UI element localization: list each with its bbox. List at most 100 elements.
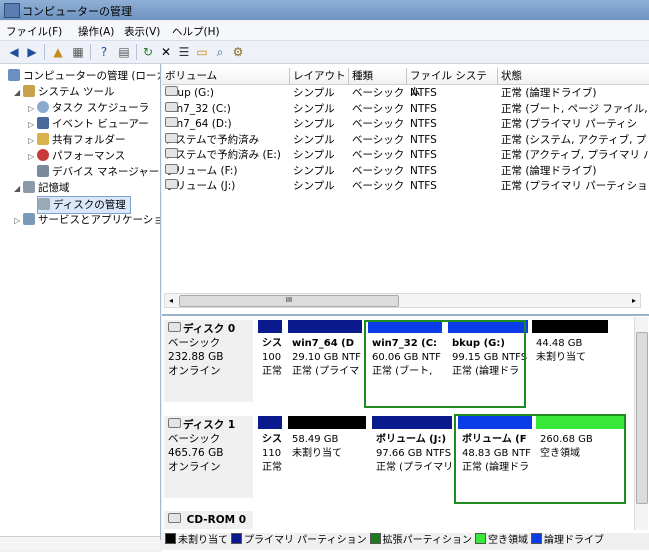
volume-layout: シンプル xyxy=(293,180,335,192)
volume-type: ベーシック xyxy=(352,133,405,146)
delete-icon[interactable]: ✕ xyxy=(158,44,174,60)
collapse-icon[interactable]: ◢ xyxy=(14,85,23,101)
partition-block[interactable]: 58.49 GB 未割り当て xyxy=(288,416,366,500)
expand-icon[interactable]: ▷ xyxy=(28,117,37,133)
settings-icon[interactable]: ⚙ xyxy=(230,44,246,60)
tree-horizontal-scrollbar[interactable] xyxy=(0,536,160,550)
partition-block[interactable]: ボリューム (J:) 97.66 GB NTFS 正常 (プライマリ xyxy=(372,416,452,500)
partition-status: 未割り当て xyxy=(536,352,586,363)
up-folder-icon[interactable]: ▲ xyxy=(50,44,66,60)
volume-row[interactable]: システムで予約済み (E:) シンプル ベーシック NTFS 正常 (アクティブ, プラ… xyxy=(162,148,649,163)
search-icon[interactable]: ⌕ xyxy=(212,44,228,60)
disk-label[interactable]: ディスク 0 ベーシック 232.88 GB オンライン xyxy=(164,320,253,402)
volume-filesystem: NTFS xyxy=(410,133,437,146)
volume-icon xyxy=(165,117,178,127)
volume-icon xyxy=(165,179,178,189)
forward-icon[interactable]: ▶ xyxy=(24,44,40,60)
volume-type: ベーシック xyxy=(352,102,405,115)
volume-filesystem: NTFS xyxy=(410,180,437,192)
volume-row[interactable]: ボリューム (F:) シンプル ベーシック NTFS 正常 (論理ドライブ) xyxy=(162,163,649,179)
volume-list-horizontal-scrollbar[interactable]: ◂ III ▸ xyxy=(164,293,641,308)
volume-filesystem: NTFS xyxy=(410,164,437,177)
volume-layout: シンプル xyxy=(293,87,335,99)
computer-management-icon xyxy=(4,3,20,18)
partition-color-bar xyxy=(258,416,282,429)
volume-row[interactable]: ボリューム (J:) シンプル ベーシック NTFS 正常 (プライマリ パーティショ xyxy=(162,179,649,194)
help-icon[interactable]: ? xyxy=(96,44,112,60)
volume-layout: シンプル xyxy=(293,133,335,146)
disk-label[interactable]: ディスク 1 ベーシック 465.76 GB オンライン xyxy=(164,416,253,498)
volume-name: システムで予約済み xyxy=(165,132,260,146)
disk-type: ベーシック xyxy=(168,337,221,349)
expand-icon[interactable]: ▷ xyxy=(14,213,23,229)
expand-icon[interactable]: ▷ xyxy=(28,101,37,117)
menu-view[interactable]: 表示(V) xyxy=(124,24,160,39)
back-icon[interactable]: ◀ xyxy=(6,44,22,60)
tree-item-device-manager[interactable]: デバイス マネージャー xyxy=(28,164,159,180)
partition-block[interactable]: win7_64 (D 29.10 GB NTF 正常 (プライマ xyxy=(288,320,362,404)
volume-filesystem: NTFS xyxy=(410,149,437,161)
properties-pane-icon[interactable]: ▤ xyxy=(116,44,132,60)
scrollbar-thumb[interactable]: III xyxy=(179,295,399,307)
column-header-layout[interactable]: レイアウト xyxy=(290,68,349,85)
tree-item-task-scheduler[interactable]: ▷ タスク スケジューラ xyxy=(28,100,149,116)
legend: 未割り当て プライマリ パーティション 拡張パーティション 空き領域 論理ドライブ xyxy=(162,533,649,550)
volume-filesystem: NTFS xyxy=(410,118,437,130)
column-header-status[interactable]: 状態 xyxy=(498,68,649,85)
disk-size: 232.88 GB xyxy=(168,351,224,363)
disk-management-icon xyxy=(38,198,50,210)
partition-block[interactable]: シス 100 正常 xyxy=(258,320,282,404)
show-hide-tree-icon[interactable]: ▦ xyxy=(70,44,86,60)
window-title: コンピューターの管理 xyxy=(22,5,132,18)
device-manager-icon xyxy=(37,165,49,177)
menu-file[interactable]: ファイル(F) xyxy=(6,24,62,39)
collapse-icon[interactable]: ◢ xyxy=(14,181,23,197)
computer-icon xyxy=(8,69,20,81)
open-folder-icon[interactable]: ▭ xyxy=(194,44,210,60)
refresh-icon[interactable]: ↻ xyxy=(140,44,156,60)
tree-item-shared-folders[interactable]: ▷ 共有フォルダー xyxy=(28,132,126,148)
disk-icon xyxy=(168,418,181,428)
partition-size: 29.10 GB NTF xyxy=(292,352,361,363)
disk-management-pane: ボリューム レイアウト 種類 ファイル システム 状態 bkup (G:) シンプ… xyxy=(162,64,649,552)
scrollbar-thumb[interactable] xyxy=(636,332,648,504)
disk-view-vertical-scrollbar[interactable] xyxy=(634,317,648,530)
column-header-type[interactable]: 種類 xyxy=(349,68,407,85)
volume-name: ボリューム (F:) xyxy=(165,163,238,177)
volume-row[interactable]: システムで予約済み シンプル ベーシック NTFS 正常 (システム, アクティブ, プ xyxy=(162,132,649,148)
partition-block[interactable]: シス 110 正常 xyxy=(258,416,282,500)
scroll-right-icon[interactable]: ▸ xyxy=(628,294,640,307)
expand-icon[interactable]: ▷ xyxy=(28,133,37,149)
volume-row[interactable]: bkup (G:) シンプル ベーシック NTFS 正常 (論理ドライブ) xyxy=(162,86,649,101)
clock-icon xyxy=(37,101,49,113)
tree-item-services-applications[interactable]: ▷ サービスとアプリケーション xyxy=(14,212,160,229)
partition-color-bar xyxy=(288,320,362,333)
partition-name: シス xyxy=(262,434,282,445)
legend-swatch xyxy=(231,533,242,544)
tree-item-system-tools[interactable]: ◢ システム ツール xyxy=(14,84,115,100)
menu-action[interactable]: 操作(A) xyxy=(78,24,114,39)
partition-size: 110 xyxy=(262,448,282,459)
partition-block[interactable]: 44.48 GB 未割り当て xyxy=(532,320,608,404)
partition-status: 正常 xyxy=(262,366,282,377)
expand-icon[interactable]: ▷ xyxy=(28,149,37,165)
volume-filesystem: NTFS xyxy=(410,87,437,99)
menu-help[interactable]: ヘルプ(H) xyxy=(172,24,220,39)
disk-icon xyxy=(168,322,181,332)
column-header-volume[interactable]: ボリューム xyxy=(162,68,290,85)
tree-item-storage[interactable]: ◢ 記憶域 xyxy=(14,180,70,196)
tree-item-computer-management[interactable]: コンピューターの管理 (ローカ xyxy=(8,68,160,84)
legend-swatch xyxy=(531,533,542,544)
volume-layout: シンプル xyxy=(293,102,335,115)
volume-status: 正常 (ブート, ページ ファイル, xyxy=(501,102,648,115)
volume-row[interactable]: win7_32 (C:) シンプル ベーシック NTFS 正常 (ブート, ページ ファ… xyxy=(162,101,649,117)
tree-item-performance[interactable]: ▷ パフォーマンス xyxy=(28,148,125,164)
scroll-left-icon[interactable]: ◂ xyxy=(165,294,177,307)
properties-icon[interactable]: ☰ xyxy=(176,44,192,60)
volume-row[interactable]: win7_64 (D:) シンプル ベーシック NTFS 正常 (プライマリ パーティシ xyxy=(162,117,649,132)
cdrom-label[interactable]: CD-ROM 0 xyxy=(164,511,253,529)
tree-item-event-viewer[interactable]: ▷ イベント ビューアー xyxy=(28,116,149,132)
menu-bar: ファイル(F) 操作(A) 表示(V) ヘルプ(H) xyxy=(0,21,649,41)
tools-icon xyxy=(23,85,35,97)
column-header-filesystem[interactable]: ファイル システム xyxy=(407,68,498,98)
